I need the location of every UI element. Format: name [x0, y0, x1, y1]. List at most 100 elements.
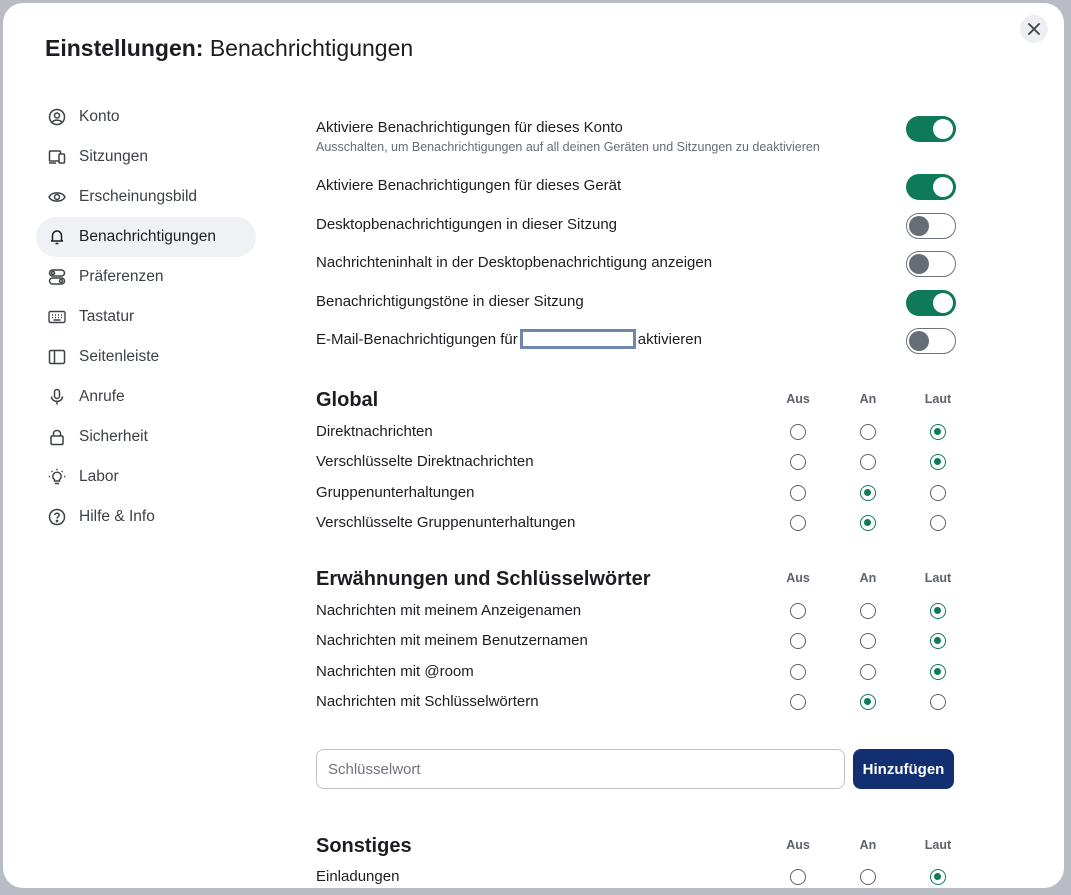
sidebar-item-konto[interactable]: Konto — [36, 97, 256, 137]
keyword-input[interactable] — [316, 749, 845, 789]
radio-on[interactable] — [860, 454, 876, 470]
sidebar-item-sicherheit[interactable]: Sicherheit — [36, 417, 256, 457]
toggle-account-notifications[interactable] — [906, 116, 956, 142]
devices-icon — [48, 148, 66, 166]
keyboard-icon — [48, 308, 66, 326]
section-title-other: Sonstiges — [316, 835, 412, 857]
toggle-row-sounds: Benachrichtigungstöne in dieser Sitzung — [316, 290, 956, 316]
settings-dialog: Einstellungen: Benachrichtigungen Konto … — [3, 3, 1064, 888]
column-header-on: An — [859, 571, 877, 585]
sidebar-item-label: Seitenleiste — [79, 348, 160, 365]
radio-off[interactable] — [790, 603, 806, 619]
eye-icon — [48, 188, 66, 206]
radio-row: Nachrichten mit meinem Benutzernamen — [316, 632, 956, 649]
radio-on[interactable] — [860, 633, 876, 649]
column-header-loud: Laut — [924, 571, 952, 585]
settings-sidebar: Konto Sitzungen Erscheinungsbild Benachr… — [36, 97, 256, 537]
radio-row: Nachrichten mit meinem Anzeigenamen — [316, 602, 956, 619]
toggle-description: Ausschalten, um Benachrichtigungen auf a… — [316, 140, 820, 154]
column-header-loud: Laut — [924, 392, 952, 406]
redacted-email — [519, 328, 636, 349]
sidebar-item-label: Erscheinungsbild — [79, 188, 198, 205]
radio-loud[interactable] — [930, 633, 946, 649]
radio-loud[interactable] — [930, 664, 946, 680]
toggle-row-desktop: Desktopbenachrichtigungen in dieser Sitz… — [316, 213, 956, 239]
radio-off[interactable] — [790, 633, 806, 649]
radio-off[interactable] — [790, 485, 806, 501]
close-button[interactable] — [1020, 15, 1048, 43]
microphone-icon — [48, 388, 66, 406]
column-header-on: An — [859, 392, 877, 406]
toggle-label: Aktiviere Benachrichtigungen für dieses … — [316, 119, 623, 136]
sidebar-item-sitzungen[interactable]: Sitzungen — [36, 137, 256, 177]
toggle-desktop-notifications[interactable] — [906, 213, 956, 239]
radio-row: Verschlüsselte Gruppenunterhaltungen — [316, 514, 956, 531]
sidebar-item-hilfe[interactable]: Hilfe & Info — [36, 497, 256, 537]
title-prefix: Einstellungen: — [45, 35, 204, 61]
radio-row: Einladungen — [316, 868, 956, 885]
sidebar-item-labor[interactable]: Labor — [36, 457, 256, 497]
sidebar-item-praeferenzen[interactable]: Präferenzen — [36, 257, 256, 297]
column-header-off: Aus — [786, 838, 810, 852]
sidebar-item-label: Anrufe — [79, 388, 125, 405]
radio-row: Nachrichten mit @room — [316, 663, 956, 680]
sidebar-item-label: Benachrichtigungen — [79, 228, 217, 245]
title-section: Benachrichtigungen — [209, 35, 414, 61]
sidebar-item-label: Labor — [79, 468, 119, 485]
column-header-on: An — [859, 838, 877, 852]
sidebar-item-label: Tastatur — [79, 308, 135, 325]
radio-loud[interactable] — [930, 424, 946, 440]
sidebar-icon — [48, 348, 66, 366]
lightbulb-icon — [48, 468, 66, 486]
sidebar-item-label: Hilfe & Info — [79, 508, 155, 525]
sidebar-item-label: Präferenzen — [79, 268, 164, 285]
sidebar-item-benachrichtigungen[interactable]: Benachrichtigungen — [36, 217, 256, 257]
dialog-title: Einstellungen: Benachrichtigungen — [45, 35, 413, 62]
radio-row: Nachrichten mit Schlüsselwörtern — [316, 693, 956, 710]
radio-loud[interactable] — [930, 694, 946, 710]
toggle-row-device: Aktiviere Benachrichtigungen für dieses … — [316, 174, 956, 200]
section-title-global: Global — [316, 389, 379, 411]
radio-on[interactable] — [860, 515, 876, 531]
sidebar-item-seitenleiste[interactable]: Seitenleiste — [36, 337, 256, 377]
toggle-label: Benachrichtigungstöne in dieser Sitzung — [316, 293, 584, 310]
radio-on[interactable] — [860, 603, 876, 619]
sidebar-item-erscheinungsbild[interactable]: Erscheinungsbild — [36, 177, 256, 217]
column-header-loud: Laut — [924, 838, 952, 852]
close-icon — [1028, 23, 1040, 35]
section-title-mentions: Erwähnungen und Schlüsselwörter — [316, 568, 651, 590]
radio-off[interactable] — [790, 664, 806, 680]
radio-off[interactable] — [790, 454, 806, 470]
toggle-label: Nachrichteninhalt in der Desktopbenachri… — [316, 254, 713, 271]
toggle-show-content[interactable] — [906, 251, 956, 277]
toggle-label: E-Mail-Benachrichtigungen für aktivieren — [316, 328, 956, 349]
toggle-email-notifications[interactable] — [906, 328, 956, 354]
sidebar-item-tastatur[interactable]: Tastatur — [36, 297, 256, 337]
toggle-row-email: E-Mail-Benachrichtigungen für aktivieren — [316, 328, 956, 354]
radio-off[interactable] — [790, 869, 806, 885]
radio-off[interactable] — [790, 424, 806, 440]
toggle-sounds[interactable] — [906, 290, 956, 316]
help-icon — [48, 508, 66, 526]
radio-on[interactable] — [860, 664, 876, 680]
sidebar-item-label: Sitzungen — [79, 148, 148, 165]
radio-loud[interactable] — [930, 485, 946, 501]
toggle-row-content: Nachrichteninhalt in der Desktopbenachri… — [316, 251, 956, 277]
add-keyword-button[interactable]: Hinzufügen — [853, 749, 954, 789]
radio-on[interactable] — [860, 869, 876, 885]
radio-loud[interactable] — [930, 603, 946, 619]
radio-off[interactable] — [790, 515, 806, 531]
radio-row: Verschlüsselte Direktnachrichten — [316, 453, 956, 470]
radio-loud[interactable] — [930, 454, 946, 470]
radio-loud[interactable] — [930, 515, 946, 531]
radio-off[interactable] — [790, 694, 806, 710]
column-header-off: Aus — [786, 571, 810, 585]
toggle-device-notifications[interactable] — [906, 174, 956, 200]
radio-row: Gruppenunterhaltungen — [316, 484, 956, 501]
user-circle-icon — [48, 108, 66, 126]
radio-loud[interactable] — [930, 869, 946, 885]
radio-on[interactable] — [860, 694, 876, 710]
sidebar-item-anrufe[interactable]: Anrufe — [36, 377, 256, 417]
radio-on[interactable] — [860, 485, 876, 501]
radio-on[interactable] — [860, 424, 876, 440]
